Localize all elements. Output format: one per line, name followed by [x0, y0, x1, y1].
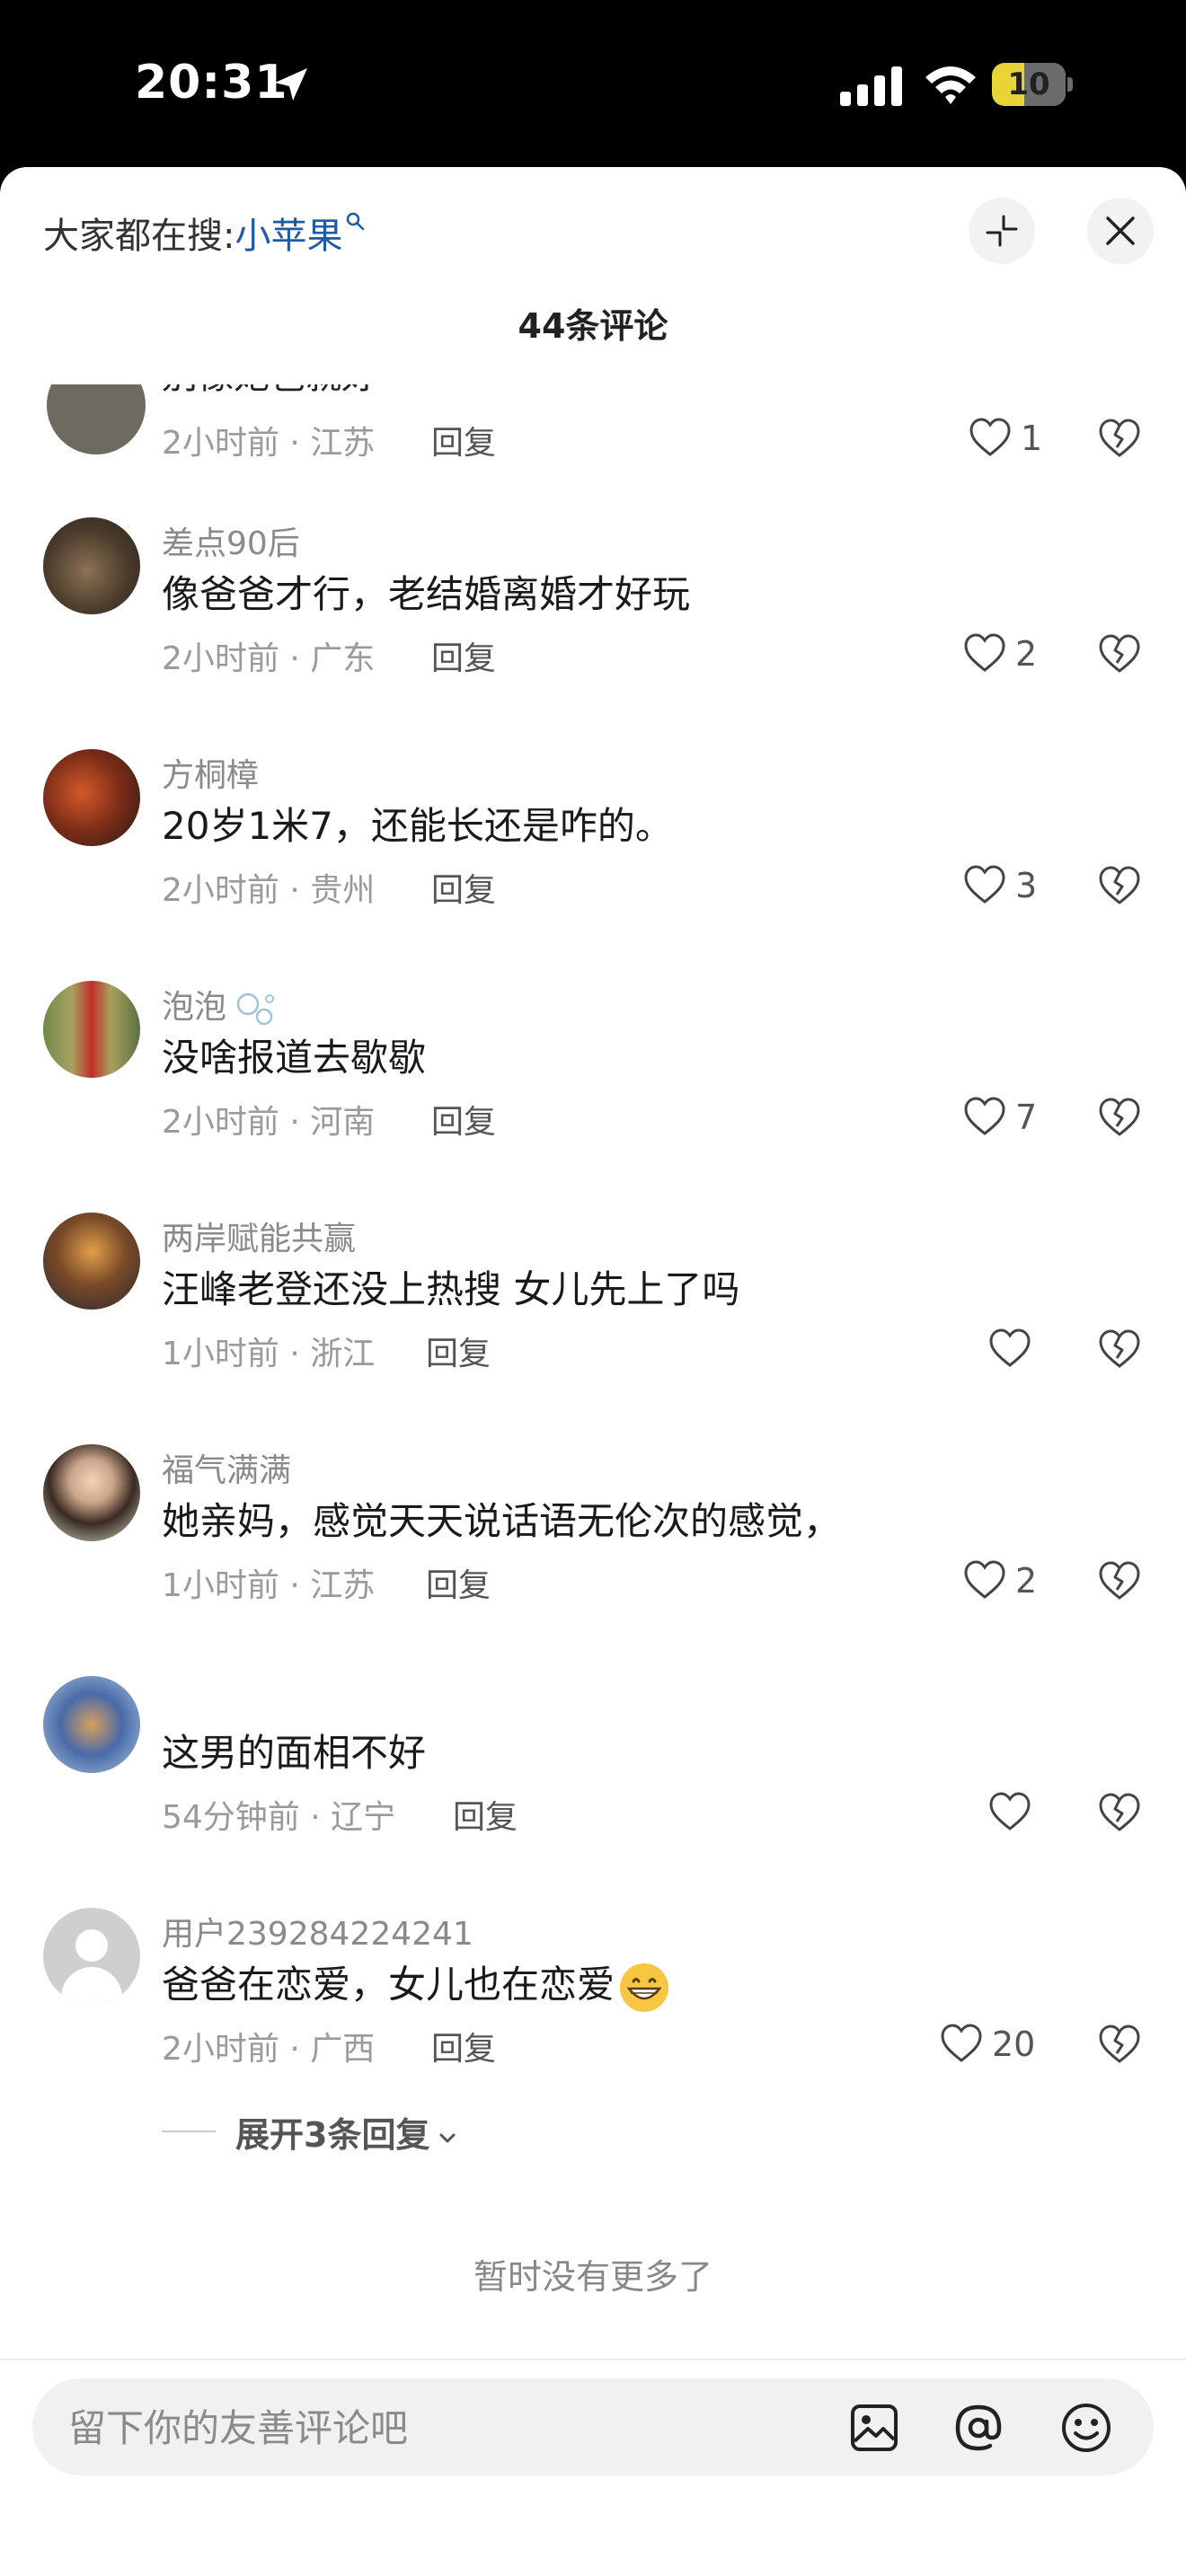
comment-meta: 54分钟前 · 辽宁 [162, 1799, 396, 1836]
comment-meta: 2小时前 · 广东 [162, 640, 376, 677]
like-count: 7 [1015, 1098, 1038, 1137]
reply-button[interactable]: 回复 [431, 417, 496, 463]
avatar[interactable] [43, 1676, 140, 1773]
battery-level: 10 [1007, 66, 1050, 102]
comment-username[interactable]: 差点90后 [162, 517, 300, 564]
reply-button[interactable]: 回复 [426, 1559, 491, 1606]
heart-icon [989, 1792, 1031, 1831]
like-count: 1 [1021, 419, 1043, 458]
avatar[interactable] [43, 749, 140, 846]
emoji-icon[interactable] [1060, 2402, 1112, 2454]
comment-username[interactable]: 方桐樟 [162, 749, 259, 796]
status-bar: 20:31 10 [0, 0, 1186, 171]
broken-heart-icon[interactable] [1098, 1096, 1141, 1139]
heart-icon [969, 418, 1011, 456]
avatar[interactable] [43, 981, 140, 1078]
avatar[interactable] [43, 1908, 140, 2005]
like-count: 20 [992, 2025, 1036, 2064]
reply-button[interactable]: 回复 [426, 1328, 491, 1374]
broken-heart-icon[interactable] [1098, 632, 1141, 675]
comment-meta: 2小时前 · 贵州 [162, 872, 376, 909]
comment-meta: 1小时前 · 浙江 [162, 1336, 376, 1372]
heart-icon [964, 1560, 1005, 1599]
collapse-button[interactable] [969, 198, 1035, 264]
broken-heart-icon[interactable] [1098, 864, 1141, 907]
like-count: 3 [1015, 866, 1038, 905]
like-count: 2 [1015, 634, 1038, 674]
end-of-list-text: 暂时没有更多了 [473, 2257, 712, 2297]
collapse-icon [986, 215, 1018, 247]
comment-count-title: 44条评论 [518, 306, 668, 346]
image-icon[interactable] [848, 2402, 900, 2454]
bubbles-icon [236, 992, 275, 1026]
reply-button[interactable]: 回复 [431, 632, 496, 679]
divider [162, 2130, 216, 2132]
heart-icon [964, 865, 1005, 904]
comment-username[interactable]: 用户239284224241 [162, 1908, 474, 1954]
comment-content-text: 爸爸在恋爱，女儿也在恋爱 [162, 1963, 615, 2007]
broken-heart-icon[interactable] [1098, 417, 1141, 460]
comment-meta: 2小时前 · 江苏 [162, 425, 376, 462]
comment-content: 20岁1米7，还能长还是咋的。 [162, 804, 673, 848]
at-icon[interactable] [952, 2402, 1005, 2454]
broken-heart-icon[interactable] [1098, 1328, 1141, 1371]
close-icon [1106, 216, 1135, 245]
broken-heart-icon[interactable] [1098, 1559, 1141, 1602]
comment-input[interactable] [66, 2378, 807, 2477]
heart-icon [989, 1328, 1031, 1367]
signal-icon [840, 66, 902, 106]
reply-button[interactable]: 回复 [431, 2023, 496, 2069]
comment-username[interactable]: 两岸赋能共赢 [162, 1213, 356, 1259]
comment-input-container[interactable] [32, 2378, 1154, 2477]
search-suggestion-prefix: 大家都在搜: [43, 216, 235, 257]
reply-button[interactable]: 回复 [453, 1791, 518, 1838]
comment-content: 这男的面相不好 [162, 1731, 427, 1775]
search-icon [347, 212, 365, 231]
battery-icon: 10 [992, 63, 1075, 106]
reply-button[interactable]: 回复 [431, 864, 496, 911]
chevron-down-icon [439, 2133, 456, 2142]
heart-icon [964, 633, 1005, 672]
heart-icon [941, 2024, 982, 2062]
comment-username-text: 泡泡 [162, 989, 227, 1026]
reply-button[interactable]: 回复 [431, 1096, 496, 1142]
comment-username[interactable]: 泡泡 [162, 981, 279, 1028]
avatar[interactable] [43, 1213, 140, 1310]
expand-replies-button[interactable]: 展开3条回复 [235, 2107, 458, 2157]
heart-icon [964, 1097, 1005, 1135]
broken-heart-icon[interactable] [1098, 1791, 1141, 1834]
comment-meta: 2小时前 · 广西 [162, 2031, 376, 2068]
comment-content: 她亲妈，感觉天天说话语无伦次的感觉， [162, 1499, 842, 1543]
comment-username[interactable]: 福气满满 [162, 1444, 291, 1491]
wifi-icon [925, 66, 976, 104]
comment-content: 没啥报道去歇歇 [162, 1036, 427, 1080]
comment-content: 爸爸在恋爱，女儿也在恋爱 [162, 1954, 670, 2014]
status-time: 20:31 [135, 56, 288, 110]
location-arrow-icon [275, 68, 307, 101]
expand-replies-label: 展开3条回复 [235, 2115, 430, 2155]
avatar[interactable] [43, 1444, 140, 1541]
comment-meta: 2小时前 · 河南 [162, 1104, 376, 1141]
comment-meta: 1小时前 · 江苏 [162, 1567, 376, 1604]
search-suggestion[interactable]: 大家都在搜:小苹果 [43, 207, 366, 259]
avatar[interactable] [43, 517, 140, 614]
broken-heart-icon[interactable] [1098, 2023, 1141, 2066]
comment-input-bar [0, 2359, 1186, 2576]
comment-content: 汪峰老登还没上热搜 女儿先上了吗 [162, 1267, 740, 1311]
close-button[interactable] [1087, 198, 1154, 264]
grinning-emoji-icon [620, 1963, 669, 2012]
comments-sheet: 别像她爸就好 大家都在搜:小苹果 44条评论 2小时前 · 江苏 回复 1 差点… [0, 167, 1186, 2576]
like-count: 2 [1015, 1561, 1038, 1601]
comment-content: 像爸爸才行，老结婚离婚才好玩 [162, 572, 691, 616]
search-suggestion-keyword[interactable]: 小苹果 [235, 216, 342, 257]
